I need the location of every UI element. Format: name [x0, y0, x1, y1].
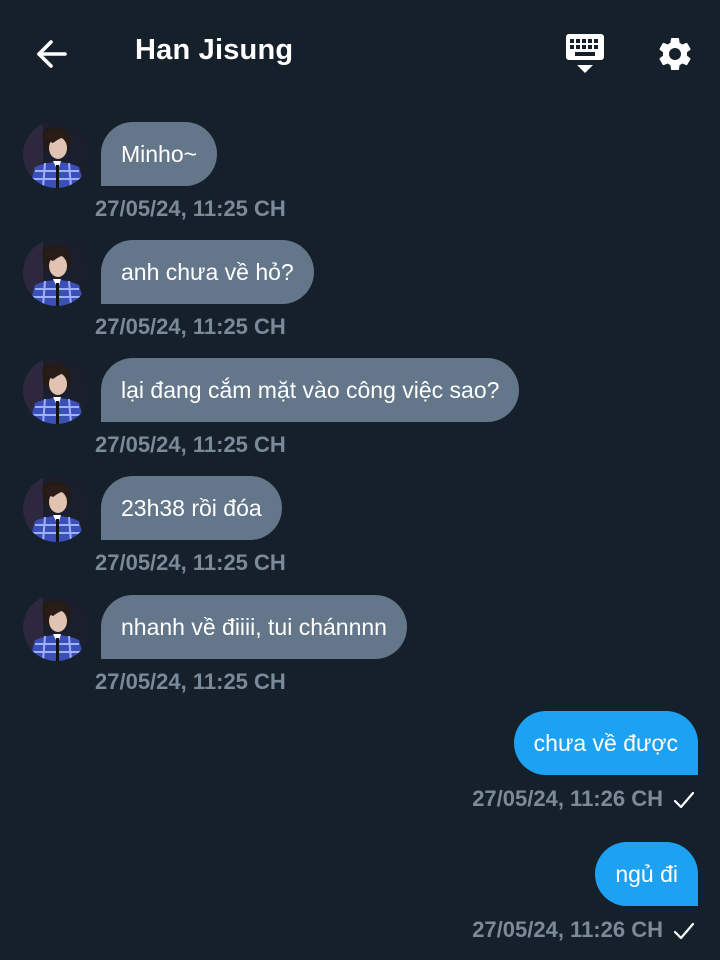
- incoming-message: lại đang cắm mặt vào công việc sao? 27/0…: [0, 357, 720, 467]
- checkmark-icon: [673, 791, 695, 809]
- message-timestamp: 27/05/24, 11:26 CH: [472, 786, 663, 811]
- incoming-message: anh chưa về hỏ? 27/05/24, 11:25 CH: [0, 239, 720, 349]
- message-list[interactable]: Minho~ 27/05/24, 11:25 CH anh chưa về hỏ…: [0, 0, 720, 960]
- incoming-message: Minho~ 27/05/24, 11:25 CH: [0, 121, 720, 231]
- message-timestamp: 27/05/24, 11:25 CH: [95, 550, 286, 575]
- avatar[interactable]: [23, 475, 90, 542]
- message-timestamp: 27/05/24, 11:25 CH: [95, 314, 286, 339]
- message-bubble[interactable]: 23h38 rồi đóa: [101, 476, 282, 540]
- message-bubble[interactable]: anh chưa về hỏ?: [101, 240, 314, 304]
- checkmark-icon: [673, 922, 695, 940]
- incoming-message: nhanh về điiii, tui chánnnn 27/05/24, 11…: [0, 594, 720, 704]
- message-timestamp: 27/05/24, 11:26 CH: [472, 917, 663, 942]
- avatar[interactable]: [23, 594, 90, 661]
- message-bubble[interactable]: lại đang cắm mặt vào công việc sao?: [101, 358, 520, 422]
- message-bubble[interactable]: Minho~: [101, 122, 218, 186]
- avatar[interactable]: [23, 239, 90, 306]
- message-bubble-outgoing[interactable]: ngủ đi: [595, 842, 698, 906]
- incoming-message: 23h38 rồi đóa 27/05/24, 11:25 CH: [0, 475, 720, 585]
- message-timestamp: 27/05/24, 11:25 CH: [95, 196, 286, 221]
- avatar[interactable]: [23, 121, 90, 188]
- message-bubble[interactable]: nhanh về điiii, tui chánnnn: [101, 595, 407, 659]
- avatar[interactable]: [23, 357, 90, 424]
- message-timestamp: 27/05/24, 11:25 CH: [95, 669, 286, 694]
- message-timestamp: 27/05/24, 11:25 CH: [95, 432, 286, 457]
- message-bubble-outgoing[interactable]: chưa về được: [513, 711, 698, 775]
